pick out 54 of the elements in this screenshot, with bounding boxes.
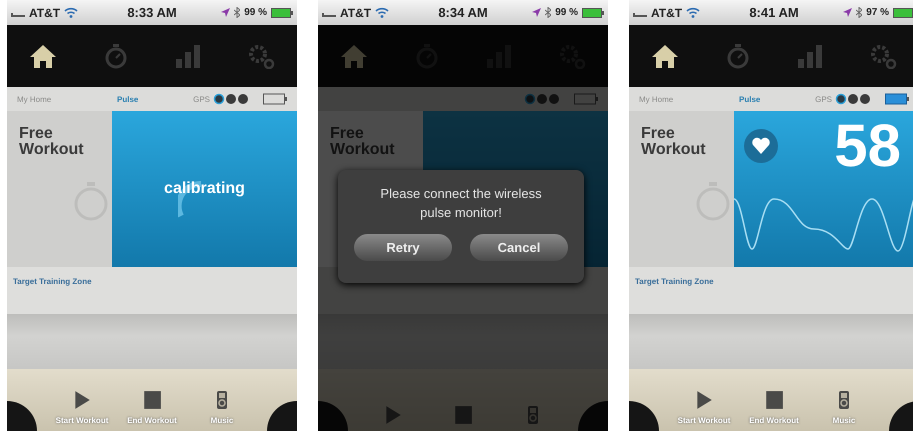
carrier-name: AT&T bbox=[651, 6, 682, 20]
battery-icon bbox=[582, 8, 604, 18]
wifi-icon bbox=[64, 7, 78, 18]
calibrating-label: calibrating bbox=[164, 180, 245, 198]
stop-icon bbox=[454, 405, 472, 425]
location-arrow-icon bbox=[221, 8, 230, 17]
carrier-name: AT&T bbox=[29, 6, 60, 20]
toolbar-button[interactable]: Start Workout bbox=[47, 369, 117, 431]
dialog-button[interactable]: Cancel bbox=[470, 234, 568, 261]
wifi-icon bbox=[375, 7, 390, 18]
gps-signal-icon bbox=[524, 93, 560, 105]
clock-time: 8:34 AM bbox=[438, 5, 488, 20]
gps-signal-icon bbox=[835, 93, 871, 105]
toolbar-button[interactable]: Start Workout bbox=[669, 369, 739, 431]
toolbar-button[interactable]: Music bbox=[187, 369, 257, 431]
workout-title: Free Workout bbox=[641, 126, 707, 158]
stop-icon bbox=[143, 390, 161, 410]
play-icon bbox=[384, 405, 402, 425]
toolbar-button[interactable]: End Workout bbox=[117, 369, 187, 431]
carrier-name: AT&T bbox=[340, 6, 372, 20]
battery-icon bbox=[271, 8, 293, 18]
zone-label: Target Training Zone bbox=[635, 277, 714, 286]
gps-label: GPS bbox=[815, 94, 832, 104]
bluetooth-icon bbox=[856, 7, 862, 18]
gps-signal-icon bbox=[213, 93, 249, 105]
workout-title: Free Workout bbox=[330, 126, 396, 158]
breadcrumb-link[interactable]: My Home bbox=[17, 94, 117, 104]
heart-rate-value: 58 bbox=[834, 111, 901, 181]
home-icon[interactable] bbox=[650, 43, 680, 69]
play-icon bbox=[73, 390, 91, 410]
clock-time: 8:41 AM bbox=[749, 5, 799, 20]
battery-icon bbox=[893, 8, 913, 18]
battery-percent: 97 % bbox=[866, 7, 889, 18]
workout-title: Free Workout bbox=[19, 126, 85, 158]
dialog-button[interactable]: Retry bbox=[354, 234, 452, 261]
home-icon[interactable] bbox=[28, 43, 58, 69]
breadcrumb-current: Pulse bbox=[117, 94, 138, 104]
wifi-icon bbox=[686, 7, 700, 18]
breadcrumb-current: Pulse bbox=[739, 94, 760, 104]
bluetooth-icon bbox=[545, 7, 552, 18]
toolbar-button[interactable]: End Workout bbox=[739, 369, 809, 431]
toolbar-button[interactable]: Music bbox=[809, 369, 879, 431]
gps-label: GPS bbox=[193, 94, 210, 104]
clock-time: 8:33 AM bbox=[127, 5, 177, 20]
bluetooth-icon bbox=[234, 7, 240, 18]
battery-percent: 99 % bbox=[555, 7, 578, 18]
location-arrow-icon bbox=[532, 8, 542, 17]
zone-label: Target Training Zone bbox=[13, 277, 92, 286]
stop-icon bbox=[765, 390, 783, 410]
location-arrow-icon bbox=[843, 8, 852, 17]
play-icon bbox=[695, 390, 713, 410]
alert-message: Please connect the wireless pulse monitor! bbox=[379, 185, 543, 222]
battery-percent: 99 % bbox=[244, 7, 267, 18]
breadcrumb-link[interactable]: My Home bbox=[639, 94, 739, 104]
